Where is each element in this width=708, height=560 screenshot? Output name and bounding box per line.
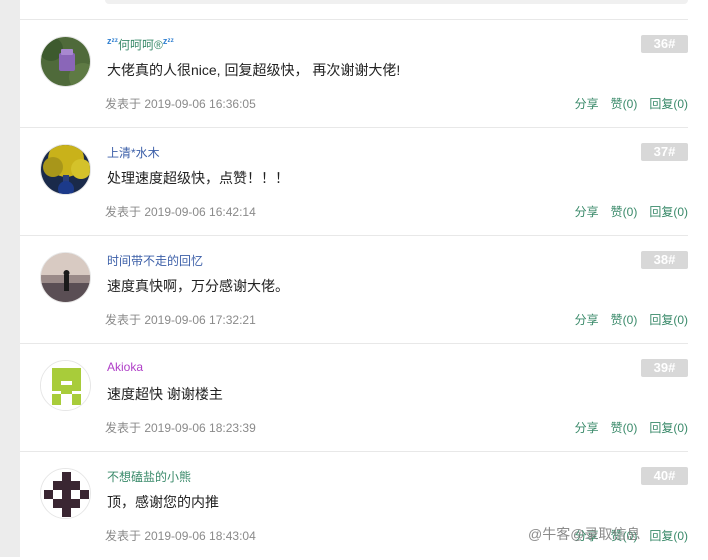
post-time: 发表于 2019-09-06 16:42:14: [105, 205, 256, 219]
comment-content: 顶，感谢您的内推: [107, 494, 219, 510]
comment-actions: 分享 赞(0) 回复(0): [563, 203, 688, 220]
post-time: 发表于 2019-09-06 16:36:05: [105, 97, 256, 111]
comment-content: 大佬真的人很nice, 回复超级快， 再次谢谢大佬!: [107, 62, 401, 78]
floor-badge: 39#: [641, 359, 688, 377]
comment-item: 时间带不走的回忆 38# 速度真快啊，万分感谢大佬。 发表于 2019-09-0…: [20, 235, 688, 344]
like-link[interactable]: 赞(0): [611, 313, 638, 327]
avatar[interactable]: [40, 144, 91, 195]
like-link[interactable]: 赞(0): [611, 97, 638, 111]
share-link[interactable]: 分享: [575, 421, 599, 435]
comment-content: 处理速度超级快，点赞！！！: [107, 170, 289, 186]
post-time: 发表于 2019-09-06 17:32:21: [105, 313, 256, 327]
comment-content: 速度真快啊，万分感谢大佬。: [107, 278, 289, 294]
share-link[interactable]: 分享: [575, 313, 599, 327]
left-rail: [0, 0, 20, 557]
sleep-icon: zᶻᶻ: [107, 36, 119, 46]
previous-box-edge: [105, 0, 688, 4]
comment-item: 上清*水木 37# 处理速度超级快，点赞！！！ 发表于 2019-09-06 1…: [20, 127, 688, 236]
sleep-icon: zᶻᶻ: [162, 36, 174, 46]
username[interactable]: zᶻᶻ何呵呵®zᶻᶻ: [107, 36, 174, 53]
reply-link[interactable]: 回复(0): [649, 529, 688, 543]
comment-item: zᶻᶻ何呵呵®zᶻᶻ 36# 大佬真的人很nice, 回复超级快， 再次谢谢大佬…: [20, 19, 688, 128]
avatar[interactable]: [40, 468, 91, 519]
like-link[interactable]: 赞(0): [611, 421, 638, 435]
reply-link[interactable]: 回复(0): [649, 205, 688, 219]
share-link[interactable]: 分享: [575, 205, 599, 219]
comment-actions: 分享 赞(0) 回复(0): [563, 95, 688, 112]
share-link[interactable]: 分享: [575, 97, 599, 111]
post-time: 发表于 2019-09-06 18:43:04: [105, 529, 256, 543]
reply-link[interactable]: 回复(0): [649, 421, 688, 435]
username[interactable]: 时间带不走的回忆: [107, 252, 203, 269]
avatar[interactable]: [40, 360, 91, 411]
like-link[interactable]: 赞(0): [611, 205, 638, 219]
reply-link[interactable]: 回复(0): [649, 97, 688, 111]
floor-badge: 36#: [641, 35, 688, 53]
avatar[interactable]: [40, 36, 91, 87]
floor-badge: 40#: [641, 467, 688, 485]
comment-content: 速度超快 谢谢楼主: [107, 386, 223, 402]
username[interactable]: 不想磕盐的小熊: [107, 468, 191, 485]
username[interactable]: Akioka: [107, 360, 143, 374]
reply-link[interactable]: 回复(0): [649, 313, 688, 327]
floor-badge: 37#: [641, 143, 688, 161]
watermark: @牛客@录取信息: [528, 526, 641, 542]
floor-badge: 38#: [641, 251, 688, 269]
post-time: 发表于 2019-09-06 18:23:39: [105, 421, 256, 435]
comment-item: Akioka 39# 速度超快 谢谢楼主 发表于 2019-09-06 18:2…: [20, 343, 688, 452]
avatar[interactable]: [40, 252, 91, 303]
username[interactable]: 上清*水木: [107, 144, 160, 161]
comment-actions: 分享 赞(0) 回复(0): [563, 419, 688, 436]
comment-actions: 分享 赞(0) 回复(0): [563, 311, 688, 328]
